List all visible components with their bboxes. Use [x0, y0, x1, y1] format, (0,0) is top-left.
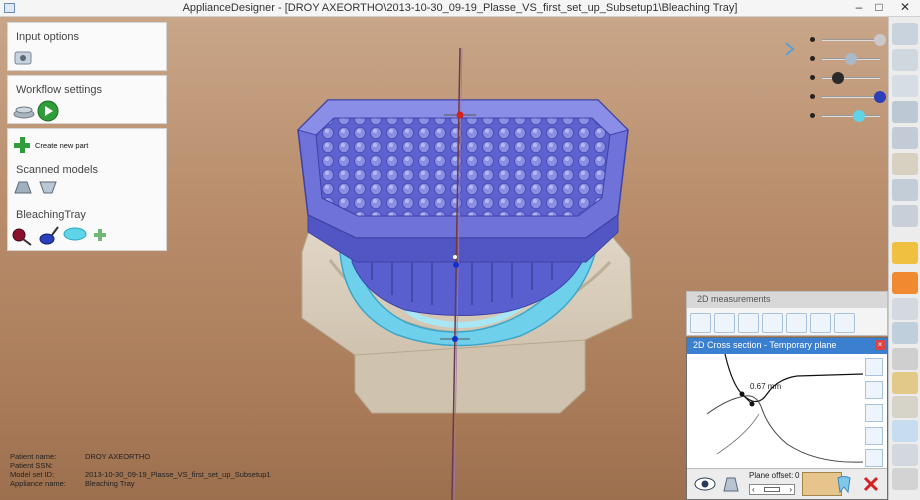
layers-icon[interactable] — [892, 468, 918, 490]
workflow-settings-panel: Workflow settings — [7, 75, 167, 124]
cross-section-close-icon[interactable]: × — [875, 340, 885, 350]
slider-track[interactable] — [822, 39, 880, 41]
clip-tool-icon[interactable] — [892, 348, 918, 370]
thickness-measure-label: 0.67 mm — [750, 382, 782, 391]
patient-name-label: Patient name: — [10, 452, 57, 461]
measure-tool-icon[interactable] — [892, 298, 918, 320]
snapshot-icon[interactable] — [892, 444, 918, 466]
blue-brush-icon[interactable] — [38, 225, 60, 247]
delete-icon[interactable] — [861, 474, 881, 494]
angle-measure-icon[interactable] — [714, 313, 735, 333]
erase-measure-icon[interactable] — [865, 427, 883, 445]
settings-tool-icon[interactable] — [892, 396, 918, 418]
patient-name-value: DROY AXEORTHO — [85, 452, 151, 461]
cross-section-plot[interactable] — [687, 354, 863, 468]
scale-y-icon[interactable] — [865, 381, 883, 399]
title-bar: ApplianceDesigner - [DROY AXEORTHO\2013-… — [0, 0, 920, 17]
marker-tool-icon[interactable] — [892, 272, 918, 294]
slider-knob[interactable] — [874, 34, 886, 46]
width-measure-icon[interactable] — [738, 313, 759, 333]
plane-offset-value[interactable]: 0 — [795, 471, 799, 480]
view-bottom-icon[interactable] — [892, 127, 918, 149]
parts-panel: Create new part Scanned models Bleaching… — [7, 128, 167, 251]
visibility-slider-blue-part[interactable] — [810, 90, 886, 104]
view-top-icon[interactable] — [892, 49, 918, 71]
cross-section-tool-icon[interactable] — [892, 322, 918, 344]
window-title: ApplianceDesigner - [DROY AXEORTHO\2013-… — [182, 2, 738, 14]
add-item-icon[interactable] — [94, 229, 106, 241]
appliance-name-value: Bleaching Tray — [85, 479, 135, 488]
visibility-toggle-dot[interactable] — [810, 113, 815, 118]
right-arrow-icon[interactable]: › — [789, 485, 792, 494]
input-options-title: Input options — [16, 31, 79, 43]
view-front-icon[interactable] — [892, 23, 918, 45]
input-options-panel: Input options — [7, 22, 167, 71]
zoom-icon[interactable] — [865, 449, 883, 467]
tray-part-icon[interactable] — [63, 226, 87, 244]
slider-track[interactable] — [822, 115, 880, 117]
patient-ssn-label: Patient SSN: — [10, 461, 53, 470]
slider-knob[interactable] — [832, 72, 845, 84]
cross-section-title: 2D Cross section - Temporary plane — [687, 338, 887, 354]
bleaching-tray — [297, 99, 629, 263]
plane-offset-slider[interactable]: ‹ › — [749, 484, 795, 495]
slider-track[interactable] — [822, 77, 880, 79]
slider-thumb[interactable] — [764, 487, 780, 492]
dark-sculpt-icon[interactable] — [11, 225, 33, 247]
visibility-slider-tray[interactable] — [810, 109, 882, 123]
height-measure-icon[interactable] — [786, 313, 807, 333]
curve-measure-icon[interactable] — [762, 313, 783, 333]
visibility-toggle-dot[interactable] — [810, 56, 815, 61]
play-workflow-icon[interactable] — [37, 100, 59, 122]
visibility-toggle-dot[interactable] — [810, 37, 815, 42]
view-side-icon[interactable] — [892, 75, 918, 97]
offset-measure-icon[interactable] — [834, 313, 855, 333]
visibility-slider-model-lower[interactable] — [810, 52, 882, 66]
upper-model-icon[interactable] — [13, 179, 33, 195]
measurements-title: 2D measurements — [687, 292, 887, 308]
measurements-panel: 2D measurements — [686, 291, 888, 336]
eye-icon[interactable] — [693, 474, 717, 494]
view-iso-icon[interactable] — [892, 101, 918, 123]
workflow-settings-title: Workflow settings — [16, 84, 102, 96]
appliance-name-label: Appliance name: — [10, 479, 66, 488]
visibility-slider-dark-part[interactable] — [810, 71, 882, 85]
model-tool-icon[interactable] — [892, 153, 918, 175]
slider-knob[interactable] — [845, 53, 858, 65]
bleaching-tray-title: BleachingTray — [16, 209, 86, 221]
visibility-toggle-dot[interactable] — [810, 75, 815, 80]
cross-section-window: 2D Cross section - Temporary plane × 0.6… — [686, 337, 888, 500]
model-set-id-label: Model set ID: — [10, 470, 55, 479]
close-button[interactable]: ✕ — [892, 0, 918, 16]
scale-x-icon[interactable] — [865, 358, 883, 376]
visibility-slider-model-upper[interactable] — [810, 33, 886, 47]
scanned-models-title: Scanned models — [16, 164, 98, 176]
left-arrow-icon[interactable]: ‹ — [752, 485, 755, 494]
model-view-icon[interactable] — [721, 474, 741, 494]
slider-knob[interactable] — [874, 91, 886, 103]
model-set-id-value: 2013-10-30_09-19_Plasse_VS_first_set_up_… — [85, 470, 271, 479]
slider-track[interactable] — [822, 96, 880, 98]
tooth-view-icon[interactable] — [835, 475, 853, 495]
trophy-tool-icon[interactable] — [892, 372, 918, 394]
rotate-tool-icon[interactable] — [892, 179, 918, 201]
gap-measure-icon[interactable] — [810, 313, 831, 333]
fit-view-icon[interactable] — [865, 404, 883, 422]
input-options-icon[interactable] — [14, 50, 32, 66]
workflow-models-icon[interactable] — [12, 102, 36, 120]
cross-section-footer: Plane offset: 0 ‹ › — [687, 468, 887, 499]
color-tool-icon[interactable] — [892, 242, 918, 264]
chevron-right-icon[interactable] — [784, 42, 796, 56]
undo-icon[interactable] — [892, 420, 918, 442]
lower-model-icon[interactable] — [38, 179, 58, 195]
add-part-icon[interactable] — [13, 136, 31, 154]
plane-offset-label: Plane offset: — [749, 471, 794, 480]
create-new-part-label[interactable]: Create new part — [35, 141, 88, 150]
section-tool-icon[interactable] — [892, 205, 918, 227]
distance-measure-icon[interactable] — [690, 313, 711, 333]
right-toolbar — [888, 17, 920, 500]
slider-knob[interactable] — [853, 110, 866, 122]
visibility-toggle-dot[interactable] — [810, 94, 815, 99]
maximize-button[interactable]: □ — [866, 0, 892, 16]
